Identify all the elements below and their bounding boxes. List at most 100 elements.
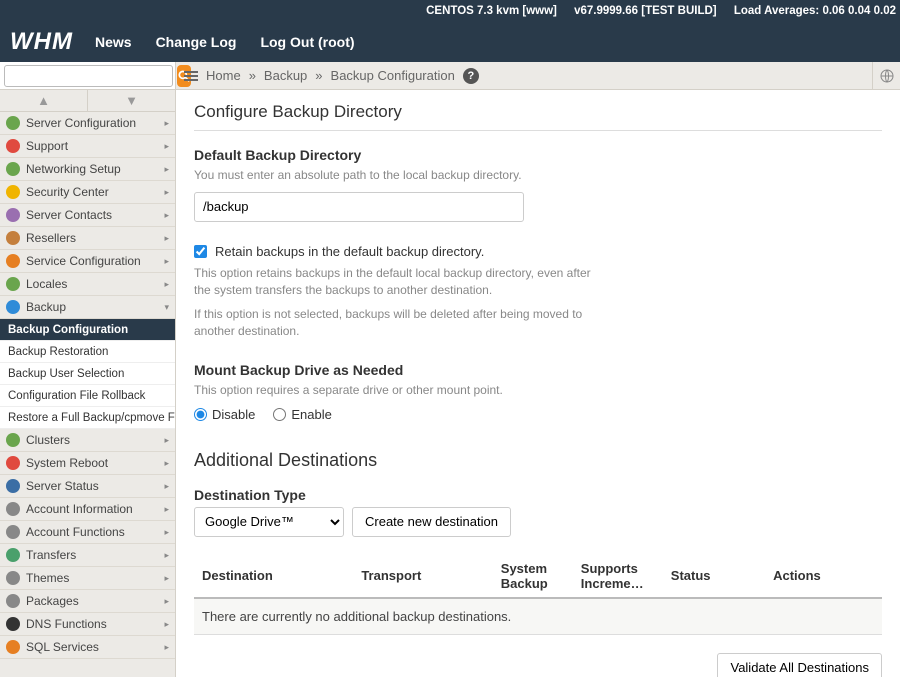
- sidebar-sub-backup-user-selection[interactable]: Backup User Selection: [0, 363, 175, 385]
- nav-logout[interactable]: Log Out (root): [260, 34, 354, 50]
- sidebar-item-label: Security Center: [26, 185, 109, 199]
- sidebar-item-system-reboot[interactable]: System Reboot ▸: [0, 452, 175, 475]
- category-icon: [6, 277, 20, 291]
- col-status[interactable]: Status: [663, 555, 765, 598]
- sidebar-sub-backup-configuration[interactable]: Backup Configuration: [0, 319, 175, 341]
- chevron-icon: ▸: [164, 458, 169, 469]
- chevron-icon: ▸: [164, 233, 169, 244]
- toolbar: Home » Backup » Backup Configuration ?: [0, 62, 900, 90]
- main-content: Configure Backup Directory Default Backu…: [176, 90, 900, 677]
- chevron-icon: ▸: [164, 164, 169, 175]
- sidebar-item-clusters[interactable]: Clusters ▸: [0, 429, 175, 452]
- sidebar-item-label: Themes: [26, 571, 69, 585]
- sidebar-item-label: Clusters: [26, 433, 70, 447]
- mount-enable-radio[interactable]: [273, 408, 286, 421]
- mount-disable[interactable]: Disable: [194, 407, 255, 422]
- sidebar-item-label: Transfers: [26, 548, 76, 562]
- default-dir-heading: Default Backup Directory: [194, 147, 882, 163]
- additional-dest-title: Additional Destinations: [194, 450, 882, 471]
- sidebar-item-label: Resellers: [26, 231, 76, 245]
- help-icon[interactable]: ?: [463, 68, 479, 84]
- menu-icon[interactable]: [184, 71, 198, 81]
- breadcrumb-home[interactable]: Home: [206, 68, 241, 83]
- status-bar: CENTOS 7.3 kvm [www] v67.9999.66 [TEST B…: [0, 0, 900, 22]
- mount-disable-radio[interactable]: [194, 408, 207, 421]
- dest-type-select[interactable]: Google Drive™: [194, 507, 344, 537]
- sidebar-item-server-configuration[interactable]: Server Configuration▸: [0, 112, 175, 135]
- sidebar-sub-restore-a-full-backup-cpmove-file[interactable]: Restore a Full Backup/cpmove File: [0, 407, 175, 429]
- section-title: Configure Backup Directory: [194, 102, 882, 131]
- category-icon: [6, 208, 20, 222]
- col-destination[interactable]: Destination: [194, 555, 353, 598]
- breadcrumb-backup[interactable]: Backup: [264, 68, 307, 83]
- col-actions[interactable]: Actions: [765, 555, 882, 598]
- validate-all-button[interactable]: Validate All Destinations: [717, 653, 882, 677]
- nav-changelog[interactable]: Change Log: [156, 34, 237, 50]
- sidebar-item-server-status[interactable]: Server Status▸: [0, 475, 175, 498]
- chevron-icon: ▸: [164, 187, 169, 198]
- dest-type-label: Destination Type: [194, 487, 882, 503]
- col-transport[interactable]: Transport: [353, 555, 492, 598]
- chevron-icon: ▸: [164, 435, 169, 446]
- chevron-icon: ▸: [164, 527, 169, 538]
- chevron-icon: ▸: [164, 596, 169, 607]
- chevron-icon: ▸: [164, 619, 169, 630]
- retain-hint2: If this option is not selected, backups …: [194, 306, 594, 340]
- sidebar-item-dns-functions[interactable]: DNS Functions ▸: [0, 613, 175, 636]
- sidebar: ▲ ▼ Server Configuration▸Support▸Network…: [0, 90, 176, 677]
- category-icon: [6, 433, 20, 447]
- nav-news[interactable]: News: [95, 34, 132, 50]
- sidebar-item-label: Account Information: [26, 502, 133, 516]
- sidebar-item-label: Account Functions: [26, 525, 125, 539]
- sidebar-item-support[interactable]: Support▸: [0, 135, 175, 158]
- sidebar-item-backup[interactable]: Backup▾: [0, 296, 175, 319]
- backup-dir-input[interactable]: [194, 192, 524, 222]
- category-icon: [6, 571, 20, 585]
- status-version: v67.9999.66 [TEST BUILD]: [574, 5, 717, 17]
- mount-enable[interactable]: Enable: [273, 407, 331, 422]
- sidebar-item-sql-services[interactable]: SQL Services▸: [0, 636, 175, 659]
- sidebar-sub-backup-restoration[interactable]: Backup Restoration: [0, 341, 175, 363]
- popout-icon: [879, 68, 895, 84]
- destinations-empty: There are currently no additional backup…: [194, 598, 882, 635]
- default-dir-hint: You must enter an absolute path to the l…: [194, 167, 882, 184]
- sidebar-item-service-configuration[interactable]: Service Configuration▸: [0, 250, 175, 273]
- chevron-icon: ▸: [164, 279, 169, 290]
- col-system[interactable]: System Backup: [493, 555, 573, 598]
- retain-checkbox[interactable]: [194, 245, 207, 258]
- sidebar-item-label: SQL Services: [26, 640, 99, 654]
- col-supports[interactable]: Supports Increme…: [573, 555, 663, 598]
- sidebar-list[interactable]: Server Configuration▸Support▸Networking …: [0, 112, 175, 677]
- category-icon: [6, 617, 20, 631]
- sidebar-collapse-up[interactable]: ▲: [0, 90, 88, 111]
- sidebar-item-label: DNS Functions: [26, 617, 107, 631]
- sidebar-item-security-center[interactable]: Security Center ▸: [0, 181, 175, 204]
- category-icon: [6, 231, 20, 245]
- popout-button[interactable]: [872, 62, 900, 89]
- sidebar-item-packages[interactable]: Packages ▸: [0, 590, 175, 613]
- sidebar-item-label: System Reboot: [26, 456, 108, 470]
- breadcrumb: Home » Backup » Backup Configuration ?: [176, 62, 872, 89]
- category-icon: [6, 502, 20, 516]
- sidebar-item-account-functions[interactable]: Account Functions ▸: [0, 521, 175, 544]
- retain-label[interactable]: Retain backups in the default backup dir…: [215, 244, 484, 259]
- create-destination-button[interactable]: Create new destination: [352, 507, 511, 537]
- sidebar-item-networking-setup[interactable]: Networking Setup▸: [0, 158, 175, 181]
- category-icon: [6, 162, 20, 176]
- sidebar-item-label: Server Contacts: [26, 208, 112, 222]
- logo: WHM: [10, 28, 73, 56]
- header: WHM News Change Log Log Out (root): [0, 22, 900, 62]
- sidebar-item-server-contacts[interactable]: Server Contacts▸: [0, 204, 175, 227]
- sidebar-item-locales[interactable]: Locales▸: [0, 273, 175, 296]
- category-icon: [6, 185, 20, 199]
- sidebar-sub-configuration-file-rollback[interactable]: Configuration File Rollback: [0, 385, 175, 407]
- sidebar-item-themes[interactable]: Themes▸: [0, 567, 175, 590]
- sidebar-collapse-down[interactable]: ▼: [88, 90, 175, 111]
- sidebar-item-account-information[interactable]: Account Information▸: [0, 498, 175, 521]
- search-input[interactable]: [4, 65, 173, 87]
- sidebar-item-transfers[interactable]: Transfers▸: [0, 544, 175, 567]
- sidebar-item-label: Service Configuration: [26, 254, 141, 268]
- sidebar-item-label: Packages: [26, 594, 79, 608]
- chevron-icon: ▸: [164, 141, 169, 152]
- sidebar-item-resellers[interactable]: Resellers ▸: [0, 227, 175, 250]
